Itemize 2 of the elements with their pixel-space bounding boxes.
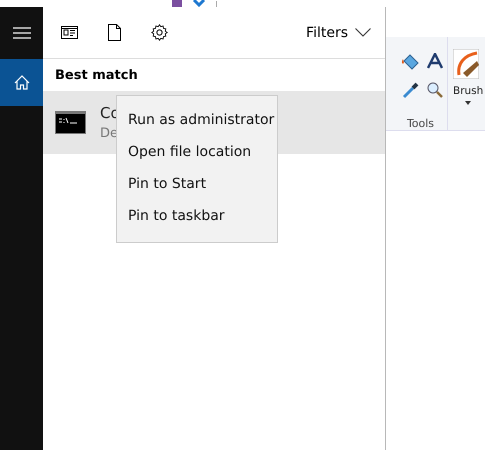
group-label: Tools [406, 117, 434, 130]
section-heading: Best match [54, 67, 139, 85]
